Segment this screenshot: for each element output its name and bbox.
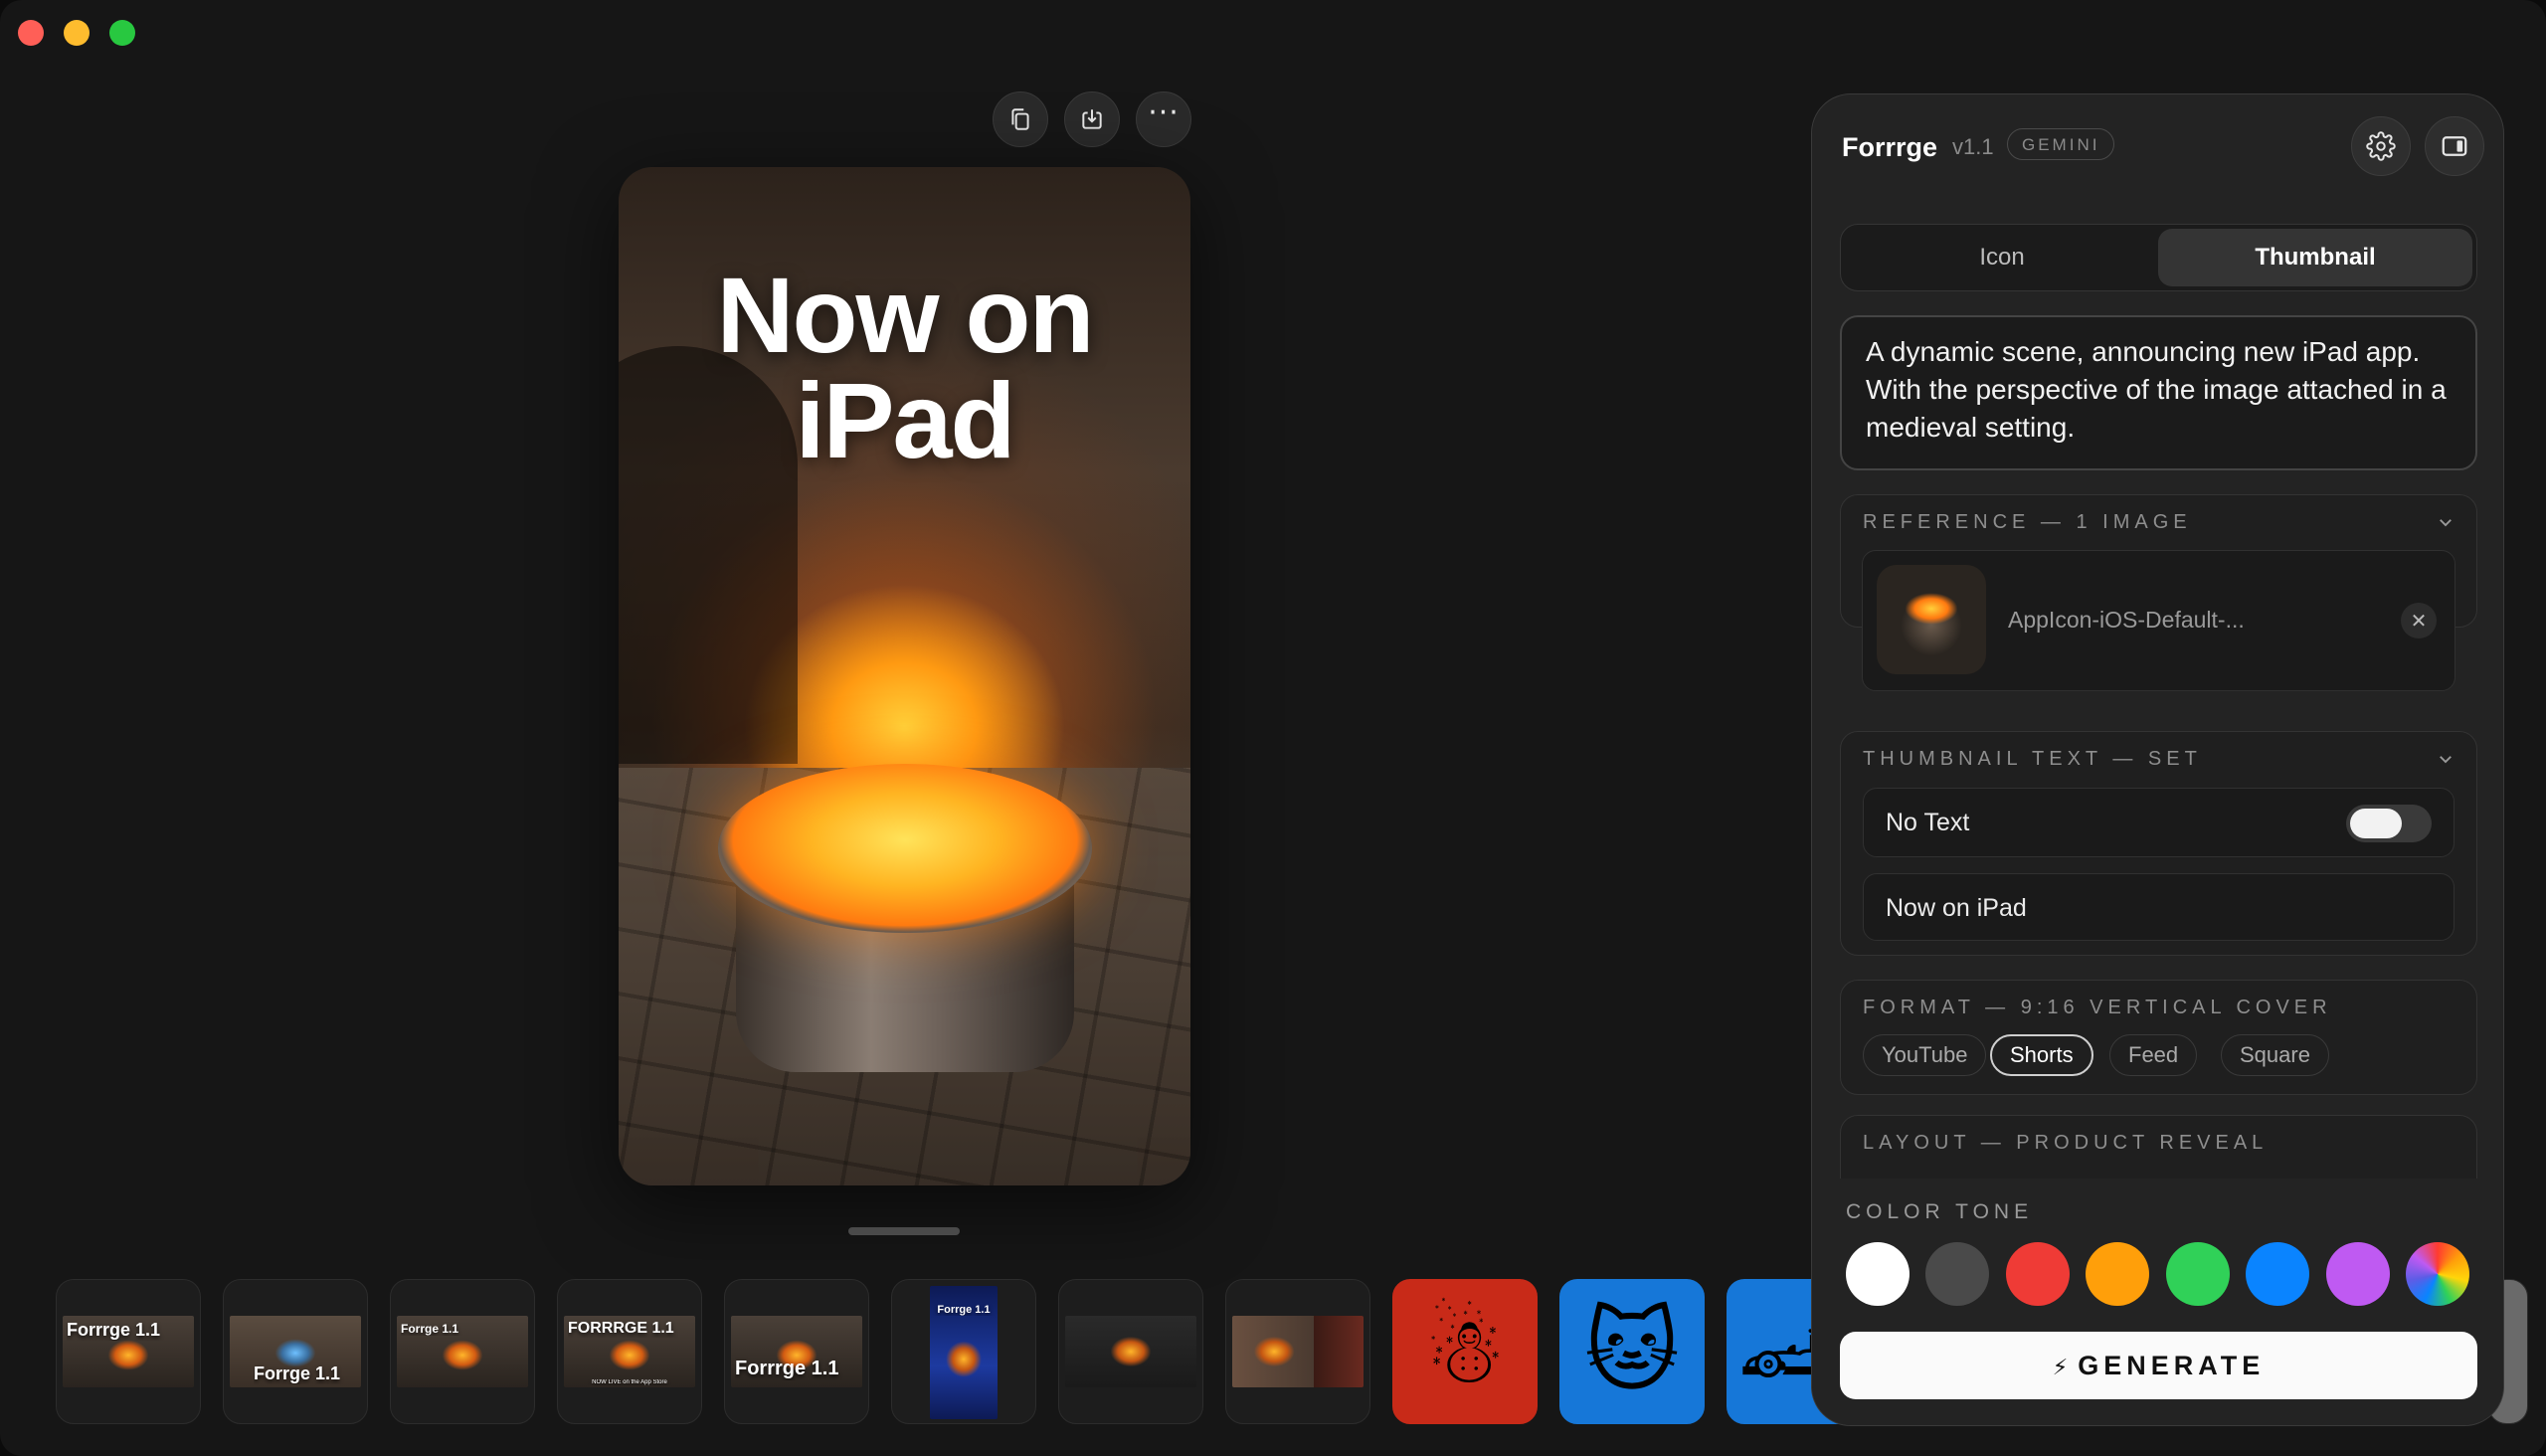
thumbnail-image bbox=[1232, 1316, 1364, 1387]
swatch-green[interactable] bbox=[2166, 1242, 2230, 1306]
generate-label: GENERATE bbox=[2078, 1351, 2266, 1380]
swatch-white[interactable] bbox=[1846, 1242, 1910, 1306]
reference-title: REFERENCE — 1 IMAGE bbox=[1863, 511, 2192, 533]
download-icon bbox=[1082, 109, 1102, 129]
no-text-row: No Text bbox=[1863, 788, 2455, 857]
more-button[interactable]: ··· bbox=[1136, 91, 1191, 147]
history-thumbnail[interactable] bbox=[1225, 1279, 1370, 1424]
thumbnail-text-section: THUMBNAIL TEXT — SET No Text Now on iPad bbox=[1840, 731, 2477, 956]
format-section: FORMAT — 9:16 VERTICAL COVER YouTube Sho… bbox=[1840, 980, 2477, 1095]
history-icon[interactable]: 🐱 bbox=[1559, 1279, 1705, 1424]
thumbnail-text-title: THUMBNAIL TEXT — SET bbox=[1863, 748, 2202, 770]
tab-icon[interactable]: Icon bbox=[1845, 229, 2159, 286]
generate-button[interactable]: ⚡ GENERATE bbox=[1840, 1332, 2477, 1399]
thumbnail-label: Forrge 1.1 bbox=[401, 1322, 459, 1336]
history-icon[interactable]: ☃ bbox=[1392, 1279, 1538, 1424]
history-thumbnail[interactable] bbox=[1058, 1279, 1203, 1424]
thumbnail-label: Forrrge 1.1 bbox=[67, 1320, 161, 1340]
format-shorts[interactable]: Shorts bbox=[1990, 1034, 2093, 1076]
gear-icon bbox=[2366, 131, 2396, 161]
swatch-orange[interactable] bbox=[2086, 1242, 2149, 1306]
ellipsis-icon: ··· bbox=[1148, 95, 1180, 130]
history-thumbnail[interactable]: Forrge 1.1 bbox=[891, 1279, 1036, 1424]
preview-title: Now on iPad bbox=[716, 255, 1095, 480]
generator-panel: Forrrge v1.1 GEMINI Icon Thumbnail A dyn… bbox=[1811, 93, 2504, 1426]
history-thumbnail[interactable]: Forrrge 1.1 bbox=[724, 1279, 869, 1424]
swatch-blue[interactable] bbox=[2246, 1242, 2309, 1306]
copy-icon bbox=[1011, 108, 1029, 130]
generate-footer: COLOR TONE ⚡ GENERATE bbox=[1812, 1179, 2503, 1425]
thumbnail-preview[interactable]: Now on iPad bbox=[619, 167, 1190, 1185]
remove-reference-button[interactable]: ✕ bbox=[2401, 603, 2437, 638]
thumbnail-label: Forrge 1.1 bbox=[937, 1304, 991, 1316]
copy-button[interactable] bbox=[993, 91, 1048, 147]
app-window: ··· Now on iPad Forrrge 1.1 Forrge 1.1 F… bbox=[0, 0, 2546, 1456]
close-window-button[interactable] bbox=[18, 20, 44, 46]
download-button[interactable] bbox=[1064, 91, 1120, 147]
thumbnail-text-value: Now on iPad bbox=[1886, 894, 2027, 922]
app-name: Forrrge bbox=[1842, 132, 1938, 162]
prompt-input[interactable]: A dynamic scene, announcing new iPad app… bbox=[1840, 315, 2477, 470]
drag-handle[interactable] bbox=[848, 1227, 960, 1235]
no-text-toggle[interactable] bbox=[2346, 805, 2432, 842]
app-version: v1.1 bbox=[1952, 134, 1994, 159]
history-thumbnail[interactable]: Forrrge 1.1 bbox=[56, 1279, 201, 1424]
thumbnail-label: Forrrge 1.1 bbox=[735, 1358, 839, 1379]
no-text-label: No Text bbox=[1886, 809, 1970, 836]
color-tone-title: COLOR TONE bbox=[1846, 1200, 2034, 1223]
toggle-sidebar-button[interactable] bbox=[2425, 116, 2484, 176]
cat-racer-icon: 🐱 bbox=[1584, 1298, 1680, 1404]
layout-title: LAYOUT — PRODUCT REVEAL bbox=[1863, 1132, 2269, 1154]
reference-file-name: AppIcon-iOS-Default-... bbox=[2008, 607, 2245, 633]
tab-thumbnail[interactable]: Thumbnail bbox=[2158, 229, 2472, 286]
close-icon: ✕ bbox=[2410, 609, 2428, 633]
thumbnail-text-field[interactable]: Now on iPad bbox=[1863, 873, 2455, 941]
swatch-gray[interactable] bbox=[1925, 1242, 1989, 1306]
chevron-down-icon[interactable] bbox=[2437, 750, 2455, 768]
settings-button[interactable] bbox=[2351, 116, 2411, 176]
format-title: FORMAT — 9:16 VERTICAL COVER bbox=[1863, 997, 2332, 1018]
model-badge: GEMINI bbox=[2007, 128, 2115, 160]
thumbnail-label: Forrge 1.1 bbox=[254, 1364, 341, 1383]
swatch-purple[interactable] bbox=[2326, 1242, 2390, 1306]
swatch-rainbow[interactable] bbox=[2406, 1242, 2469, 1306]
chevron-down-icon[interactable] bbox=[2437, 513, 2455, 531]
toggle-knob bbox=[2350, 809, 2402, 838]
sidebar-icon bbox=[2442, 136, 2467, 156]
history-thumbnail[interactable]: Forrge 1.1 bbox=[223, 1279, 368, 1424]
reference-item[interactable]: AppIcon-iOS-Default-... ✕ bbox=[1862, 550, 2455, 691]
snowman-icon: ☃ bbox=[1423, 1298, 1507, 1404]
thumbnail-image bbox=[1065, 1316, 1196, 1387]
zoom-window-button[interactable] bbox=[109, 20, 135, 46]
history-thumbnail[interactable]: FORRRGE 1.1 NOW LIVE on the App Store bbox=[557, 1279, 702, 1424]
format-square[interactable]: Square bbox=[2221, 1034, 2329, 1076]
sparkle-wand-icon: ⚡ bbox=[2052, 1356, 2069, 1380]
swatch-red[interactable] bbox=[2006, 1242, 2070, 1306]
minimize-window-button[interactable] bbox=[64, 20, 90, 46]
format-youtube[interactable]: YouTube bbox=[1863, 1034, 1987, 1076]
format-feed[interactable]: Feed bbox=[2109, 1034, 2198, 1076]
history-thumbnail[interactable]: Forrge 1.1 bbox=[390, 1279, 535, 1424]
reference-image bbox=[1877, 565, 1986, 674]
mode-tabs: Icon Thumbnail bbox=[1840, 224, 2477, 291]
thumbnail-label: FORRRGE 1.1 bbox=[568, 1320, 674, 1337]
preview-crucible bbox=[718, 764, 1092, 933]
thumbnail-sublabel: NOW LIVE on the App Store bbox=[592, 1379, 667, 1385]
